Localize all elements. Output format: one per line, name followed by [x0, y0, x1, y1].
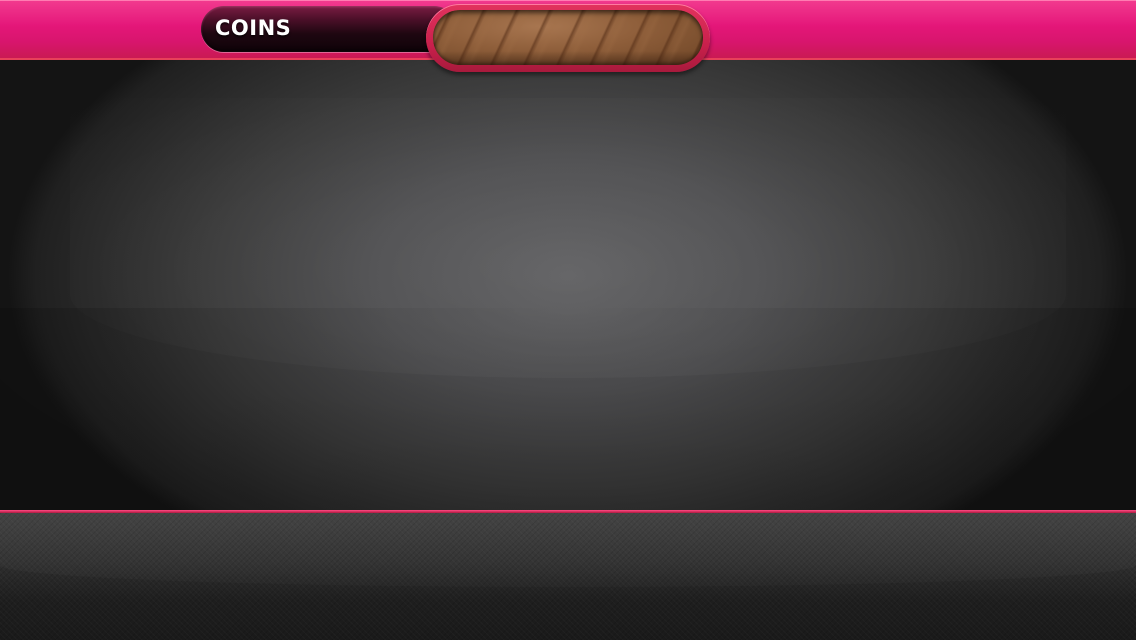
bottom-divider-line	[0, 510, 1136, 513]
wooden-title-plaque	[426, 4, 710, 72]
stage-lower-shade	[0, 308, 1136, 512]
wood-texture-panel	[433, 10, 703, 65]
main-stage-area	[0, 58, 1136, 512]
bottom-tray-panel	[0, 513, 1136, 640]
coins-label: COINS	[215, 16, 292, 40]
coins-counter: COINS	[201, 6, 457, 52]
bottom-tray-sheen	[0, 513, 1136, 587]
game-screen: COINS	[0, 0, 1136, 640]
